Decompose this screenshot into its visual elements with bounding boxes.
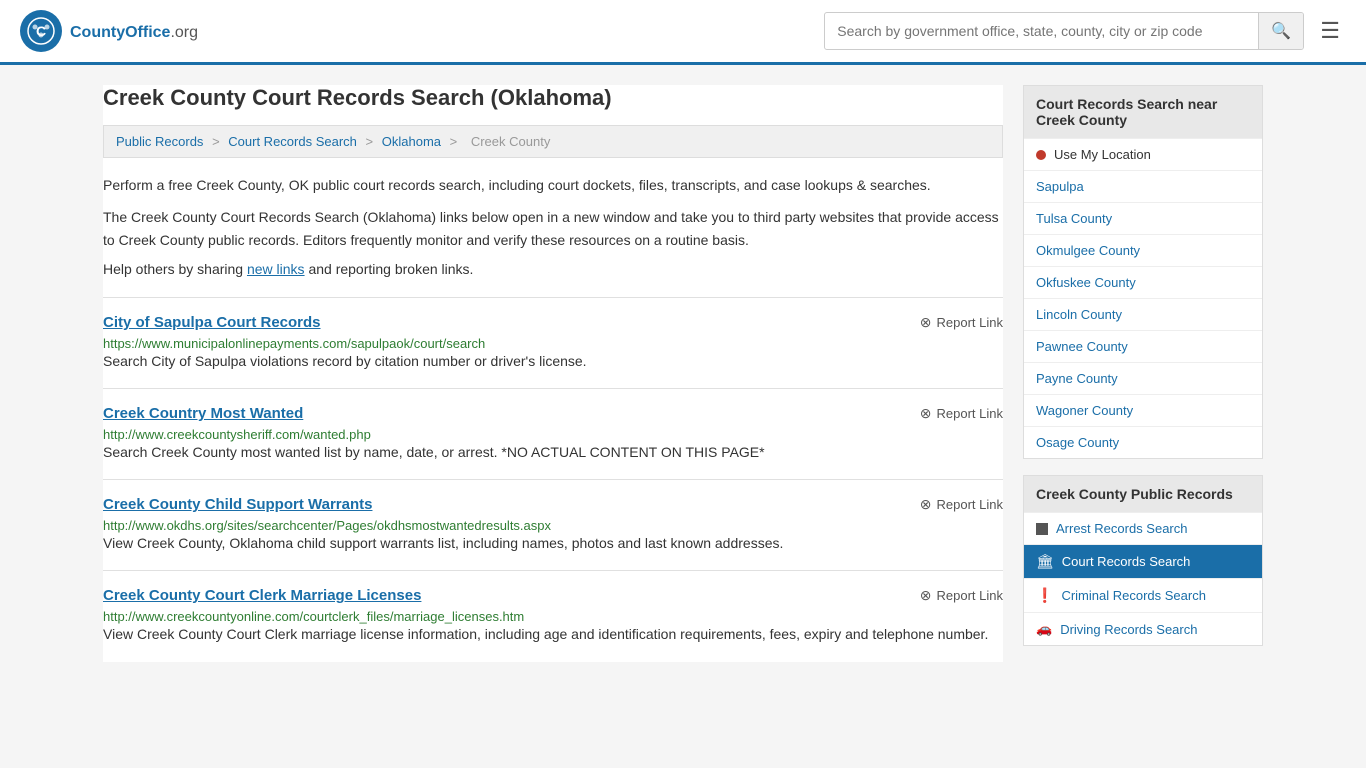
- record-entry: Creek Country Most Wanted ⊗ Report Link …: [103, 388, 1003, 479]
- breadcrumb-creek-county: Creek County: [471, 134, 550, 149]
- nearby-link-8[interactable]: Osage County: [1036, 435, 1119, 450]
- menu-icon[interactable]: ☰: [1314, 12, 1346, 50]
- nearby-link-item[interactable]: Sapulpa: [1024, 170, 1262, 202]
- public-record-item[interactable]: Arrest Records Search: [1024, 512, 1262, 544]
- use-my-location[interactable]: Use My Location: [1024, 138, 1262, 170]
- record-desc-1: Search Creek County most wanted list by …: [103, 442, 1003, 463]
- public-record-item[interactable]: ❗ Criminal Records Search: [1024, 578, 1262, 612]
- report-link-2[interactable]: ⊗ Report Link: [920, 496, 1003, 513]
- record-url-2[interactable]: http://www.okdhs.org/sites/searchcenter/…: [103, 518, 551, 533]
- nearby-section: Court Records Search near Creek County U…: [1023, 85, 1263, 459]
- record-url-3[interactable]: http://www.creekcountyonline.com/courtcl…: [103, 609, 524, 624]
- car-icon: 🚗: [1036, 621, 1052, 637]
- public-record-item[interactable]: 🏛 Court Records Search: [1024, 544, 1262, 578]
- nearby-link-item[interactable]: Pawnee County: [1024, 330, 1262, 362]
- nearby-link-item[interactable]: Lincoln County: [1024, 298, 1262, 330]
- search-bar: 🔍: [824, 12, 1304, 50]
- header: C CountyOffice.org 🔍 ☰: [0, 0, 1366, 65]
- record-url-1[interactable]: http://www.creekcountysheriff.com/wanted…: [103, 427, 371, 442]
- record-entry: Creek County Court Clerk Marriage Licens…: [103, 570, 1003, 661]
- record-header-1: Creek Country Most Wanted ⊗ Report Link: [103, 405, 1003, 422]
- report-label-0: Report Link: [937, 315, 1003, 330]
- use-location-label: Use My Location: [1054, 147, 1151, 162]
- report-link-1[interactable]: ⊗ Report Link: [920, 405, 1003, 422]
- new-links[interactable]: new links: [247, 261, 305, 277]
- report-label-2: Report Link: [937, 497, 1003, 512]
- public-records-header: Creek County Public Records: [1024, 476, 1262, 512]
- record-header-3: Creek County Court Clerk Marriage Licens…: [103, 587, 1003, 604]
- search-input[interactable]: [825, 15, 1258, 47]
- public-record-item[interactable]: 🚗 Driving Records Search: [1024, 612, 1262, 645]
- report-link-0[interactable]: ⊗ Report Link: [920, 314, 1003, 331]
- public-record-link-1[interactable]: Court Records Search: [1062, 554, 1191, 569]
- record-title-2[interactable]: Creek County Child Support Warrants: [103, 496, 372, 513]
- public-record-link-2[interactable]: Criminal Records Search: [1061, 588, 1206, 603]
- record-url-0[interactable]: https://www.municipalonlinepayments.com/…: [103, 336, 485, 351]
- nearby-link-5[interactable]: Pawnee County: [1036, 339, 1128, 354]
- record-entry: Creek County Child Support Warrants ⊗ Re…: [103, 479, 1003, 570]
- report-icon-0: ⊗: [920, 314, 932, 331]
- record-title-0[interactable]: City of Sapulpa Court Records: [103, 314, 321, 331]
- record-desc-0: Search City of Sapulpa violations record…: [103, 351, 1003, 372]
- nearby-link-1[interactable]: Tulsa County: [1036, 211, 1112, 226]
- public-records-container: Arrest Records Search 🏛 Court Records Se…: [1024, 512, 1262, 645]
- public-record-link-3[interactable]: Driving Records Search: [1060, 622, 1197, 637]
- nearby-links-container: Sapulpa Tulsa County Okmulgee County Okfusk…: [1024, 170, 1262, 458]
- exclaim-icon: ❗: [1036, 587, 1053, 604]
- nearby-link-3[interactable]: Okfuskee County: [1036, 275, 1136, 290]
- report-label-3: Report Link: [937, 588, 1003, 603]
- records-container: City of Sapulpa Court Records ⊗ Report L…: [103, 297, 1003, 661]
- content-area: Creek County Court Records Search (Oklah…: [103, 85, 1003, 662]
- nearby-link-item[interactable]: Okfuskee County: [1024, 266, 1262, 298]
- logo-icon: C: [20, 10, 62, 52]
- nearby-link-item[interactable]: Wagoner County: [1024, 394, 1262, 426]
- page-title: Creek County Court Records Search (Oklah…: [103, 85, 1003, 111]
- breadcrumb: Public Records > Court Records Search > …: [103, 125, 1003, 158]
- report-link-3[interactable]: ⊗ Report Link: [920, 587, 1003, 604]
- record-desc-2: View Creek County, Oklahoma child suppor…: [103, 533, 1003, 554]
- nearby-link-0[interactable]: Sapulpa: [1036, 179, 1084, 194]
- header-right: 🔍 ☰: [824, 12, 1346, 50]
- nearby-link-item[interactable]: Payne County: [1024, 362, 1262, 394]
- description-2: The Creek County Court Records Search (O…: [103, 206, 1003, 251]
- description-1: Perform a free Creek County, OK public c…: [103, 174, 1003, 196]
- nearby-link-item[interactable]: Okmulgee County: [1024, 234, 1262, 266]
- nearby-section-header: Court Records Search near Creek County: [1024, 86, 1262, 138]
- record-entry: City of Sapulpa Court Records ⊗ Report L…: [103, 297, 1003, 388]
- nearby-link-4[interactable]: Lincoln County: [1036, 307, 1122, 322]
- square-icon: [1036, 523, 1048, 535]
- share-text: Help others by sharing new links and rep…: [103, 261, 1003, 277]
- nearby-link-2[interactable]: Okmulgee County: [1036, 243, 1140, 258]
- logo-area: C CountyOffice.org: [20, 10, 198, 52]
- location-dot-icon: [1036, 150, 1046, 160]
- sidebar: Court Records Search near Creek County U…: [1023, 85, 1263, 662]
- public-records-section: Creek County Public Records Arrest Recor…: [1023, 475, 1263, 646]
- breadcrumb-court-records[interactable]: Court Records Search: [228, 134, 357, 149]
- report-icon-2: ⊗: [920, 496, 932, 513]
- record-desc-3: View Creek County Court Clerk marriage l…: [103, 624, 1003, 645]
- main-container: Creek County Court Records Search (Oklah…: [83, 65, 1283, 682]
- public-record-link-0[interactable]: Arrest Records Search: [1056, 521, 1188, 536]
- report-icon-3: ⊗: [920, 587, 932, 604]
- report-label-1: Report Link: [937, 406, 1003, 421]
- breadcrumb-public-records[interactable]: Public Records: [116, 134, 203, 149]
- nearby-link-6[interactable]: Payne County: [1036, 371, 1118, 386]
- report-icon-1: ⊗: [920, 405, 932, 422]
- search-button[interactable]: 🔍: [1258, 13, 1303, 49]
- bank-icon: 🏛: [1036, 553, 1054, 570]
- record-title-3[interactable]: Creek County Court Clerk Marriage Licens…: [103, 587, 421, 604]
- nearby-link-item[interactable]: Osage County: [1024, 426, 1262, 458]
- breadcrumb-oklahoma[interactable]: Oklahoma: [382, 134, 441, 149]
- record-header-0: City of Sapulpa Court Records ⊗ Report L…: [103, 314, 1003, 331]
- record-title-1[interactable]: Creek Country Most Wanted: [103, 405, 303, 422]
- nearby-link-item[interactable]: Tulsa County: [1024, 202, 1262, 234]
- record-header-2: Creek County Child Support Warrants ⊗ Re…: [103, 496, 1003, 513]
- nearby-link-7[interactable]: Wagoner County: [1036, 403, 1133, 418]
- logo-text: CountyOffice.org: [70, 20, 198, 43]
